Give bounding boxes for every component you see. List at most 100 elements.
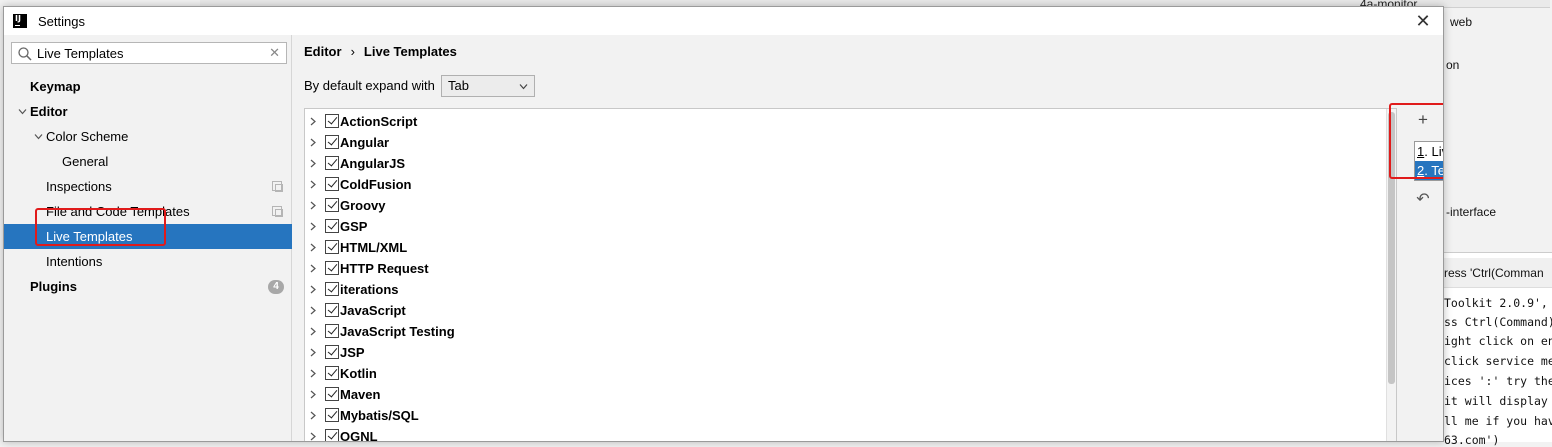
sidebar-item-color-scheme[interactable]: Color Scheme [4, 124, 292, 149]
chevron-down-icon[interactable] [34, 132, 43, 141]
template-group-checkbox[interactable] [325, 429, 339, 441]
template-group-row[interactable]: JavaScript [305, 300, 1396, 321]
sidebar-item-intentions[interactable]: Intentions [4, 249, 292, 274]
title-bar: IJ Settings ✕ [4, 7, 1443, 35]
settings-search-box[interactable]: ✕ [11, 42, 287, 64]
template-group-checkbox[interactable] [325, 366, 339, 380]
console-line: ices ':' try the [1444, 374, 1552, 388]
template-group-label: OGNL [340, 429, 378, 442]
template-group-row[interactable]: AngularJS [305, 153, 1396, 174]
console-line: 63.com') [1444, 433, 1500, 447]
template-group-row[interactable]: Angular [305, 132, 1396, 153]
template-group-row[interactable]: iterations [305, 279, 1396, 300]
template-group-row[interactable]: Groovy [305, 195, 1396, 216]
chevron-right-icon[interactable] [309, 180, 317, 189]
template-toolbar: + ↶ [1408, 107, 1438, 307]
template-group-row[interactable]: ActionScript [305, 111, 1396, 132]
template-group-checkbox[interactable] [325, 156, 339, 170]
template-group-label: Angular [340, 135, 390, 150]
template-group-checkbox[interactable] [325, 408, 339, 422]
console-header-text: ress 'Ctrl(Comman [1444, 266, 1544, 280]
template-group-checkbox[interactable] [325, 324, 339, 338]
chevron-right-icon[interactable] [309, 411, 317, 420]
sidebar-item-label: Intentions [46, 254, 103, 269]
chevron-right-icon[interactable] [309, 348, 317, 357]
menu-item-live-template[interactable]: 1. Live Template [1415, 142, 1443, 161]
chevron-right-icon[interactable] [309, 243, 317, 252]
menu-item-label: . Template Group... [1424, 163, 1444, 178]
chevron-right-icon[interactable] [309, 159, 317, 168]
template-group-checkbox[interactable] [325, 387, 339, 401]
template-group-checkbox[interactable] [325, 345, 339, 359]
intellij-logo-icon: IJ [13, 14, 27, 28]
sidebar-item-keymap[interactable]: Keymap [4, 74, 292, 99]
template-group-label: Kotlin [340, 366, 377, 381]
search-input[interactable] [37, 45, 257, 61]
chevron-right-icon[interactable] [309, 138, 317, 147]
template-group-checkbox[interactable] [325, 261, 339, 275]
scrollbar-thumb[interactable] [1388, 112, 1395, 384]
chevron-right-icon[interactable] [309, 432, 317, 441]
template-group-label: Maven [340, 387, 381, 402]
template-group-row[interactable]: Maven [305, 384, 1396, 405]
menu-item-template-group[interactable]: 2. Template Group... [1415, 161, 1444, 180]
template-group-row[interactable]: HTTP Request [305, 258, 1396, 279]
chevron-down-icon [519, 84, 528, 90]
sidebar-item-label: Inspections [46, 179, 112, 194]
template-group-label: GSP [340, 219, 368, 234]
background-text-2: on [1446, 58, 1460, 72]
chevron-right-icon[interactable] [309, 327, 317, 336]
sidebar-item-general[interactable]: General [4, 149, 292, 174]
scrollbar[interactable] [1386, 109, 1396, 441]
console-line: ss Ctrl(Command) [1444, 315, 1552, 329]
template-group-row[interactable]: ColdFusion [305, 174, 1396, 195]
template-group-row[interactable]: HTML/XML [305, 237, 1396, 258]
project-settings-icon [272, 206, 283, 217]
sidebar-item-live-templates[interactable]: Live Templates [4, 224, 292, 249]
template-group-checkbox[interactable] [325, 219, 339, 233]
template-group-row[interactable]: JSP [305, 342, 1396, 363]
sidebar-item-editor[interactable]: Editor [4, 99, 292, 124]
sidebar-item-inspections[interactable]: Inspections [4, 174, 292, 199]
template-group-label: HTTP Request [340, 261, 429, 276]
expand-with-dropdown[interactable]: Tab [441, 75, 535, 97]
breadcrumb-parent[interactable]: Editor [304, 44, 342, 59]
console-line: ight click on en [1444, 334, 1552, 348]
chevron-right-icon[interactable] [309, 117, 317, 126]
template-group-checkbox[interactable] [325, 240, 339, 254]
chevron-right-icon[interactable] [309, 390, 317, 399]
template-group-label: AngularJS [340, 156, 406, 171]
chevron-down-icon[interactable] [18, 107, 27, 116]
template-group-row[interactable]: OGNL [305, 426, 1396, 442]
template-group-checkbox[interactable] [325, 177, 339, 191]
template-group-checkbox[interactable] [325, 282, 339, 296]
sidebar-item-label: Live Templates [46, 229, 133, 244]
restore-defaults-icon[interactable]: ↶ [1413, 190, 1433, 210]
clear-search-icon[interactable]: ✕ [269, 45, 280, 61]
sidebar-item-label: Keymap [30, 79, 81, 94]
breadcrumb-separator: › [350, 44, 355, 59]
console-line: ll me if you hav [1444, 414, 1552, 428]
background-text-1: web [1450, 15, 1473, 29]
add-button[interactable]: + [1413, 110, 1433, 130]
sidebar-item-plugins[interactable]: Plugins 4 [4, 274, 292, 299]
template-group-row[interactable]: GSP [305, 216, 1396, 237]
template-group-checkbox[interactable] [325, 114, 339, 128]
template-group-checkbox[interactable] [325, 198, 339, 212]
template-group-row[interactable]: Kotlin [305, 363, 1396, 384]
chevron-right-icon[interactable] [309, 264, 317, 273]
template-group-row[interactable]: JavaScript Testing [305, 321, 1396, 342]
close-button[interactable]: ✕ [1413, 11, 1433, 31]
chevron-right-icon[interactable] [309, 285, 317, 294]
chevron-right-icon[interactable] [309, 306, 317, 315]
template-group-checkbox[interactable] [325, 303, 339, 317]
chevron-right-icon[interactable] [309, 222, 317, 231]
template-group-row[interactable]: Mybatis/SQL [305, 405, 1396, 426]
dialog-title: Settings [38, 14, 85, 29]
chevron-right-icon[interactable] [309, 201, 317, 210]
template-group-label: ActionScript [340, 114, 418, 129]
search-icon [18, 47, 32, 61]
template-group-checkbox[interactable] [325, 135, 339, 149]
sidebar-item-file-and-code-templates[interactable]: File and Code Templates [4, 199, 292, 224]
chevron-right-icon[interactable] [309, 369, 317, 378]
